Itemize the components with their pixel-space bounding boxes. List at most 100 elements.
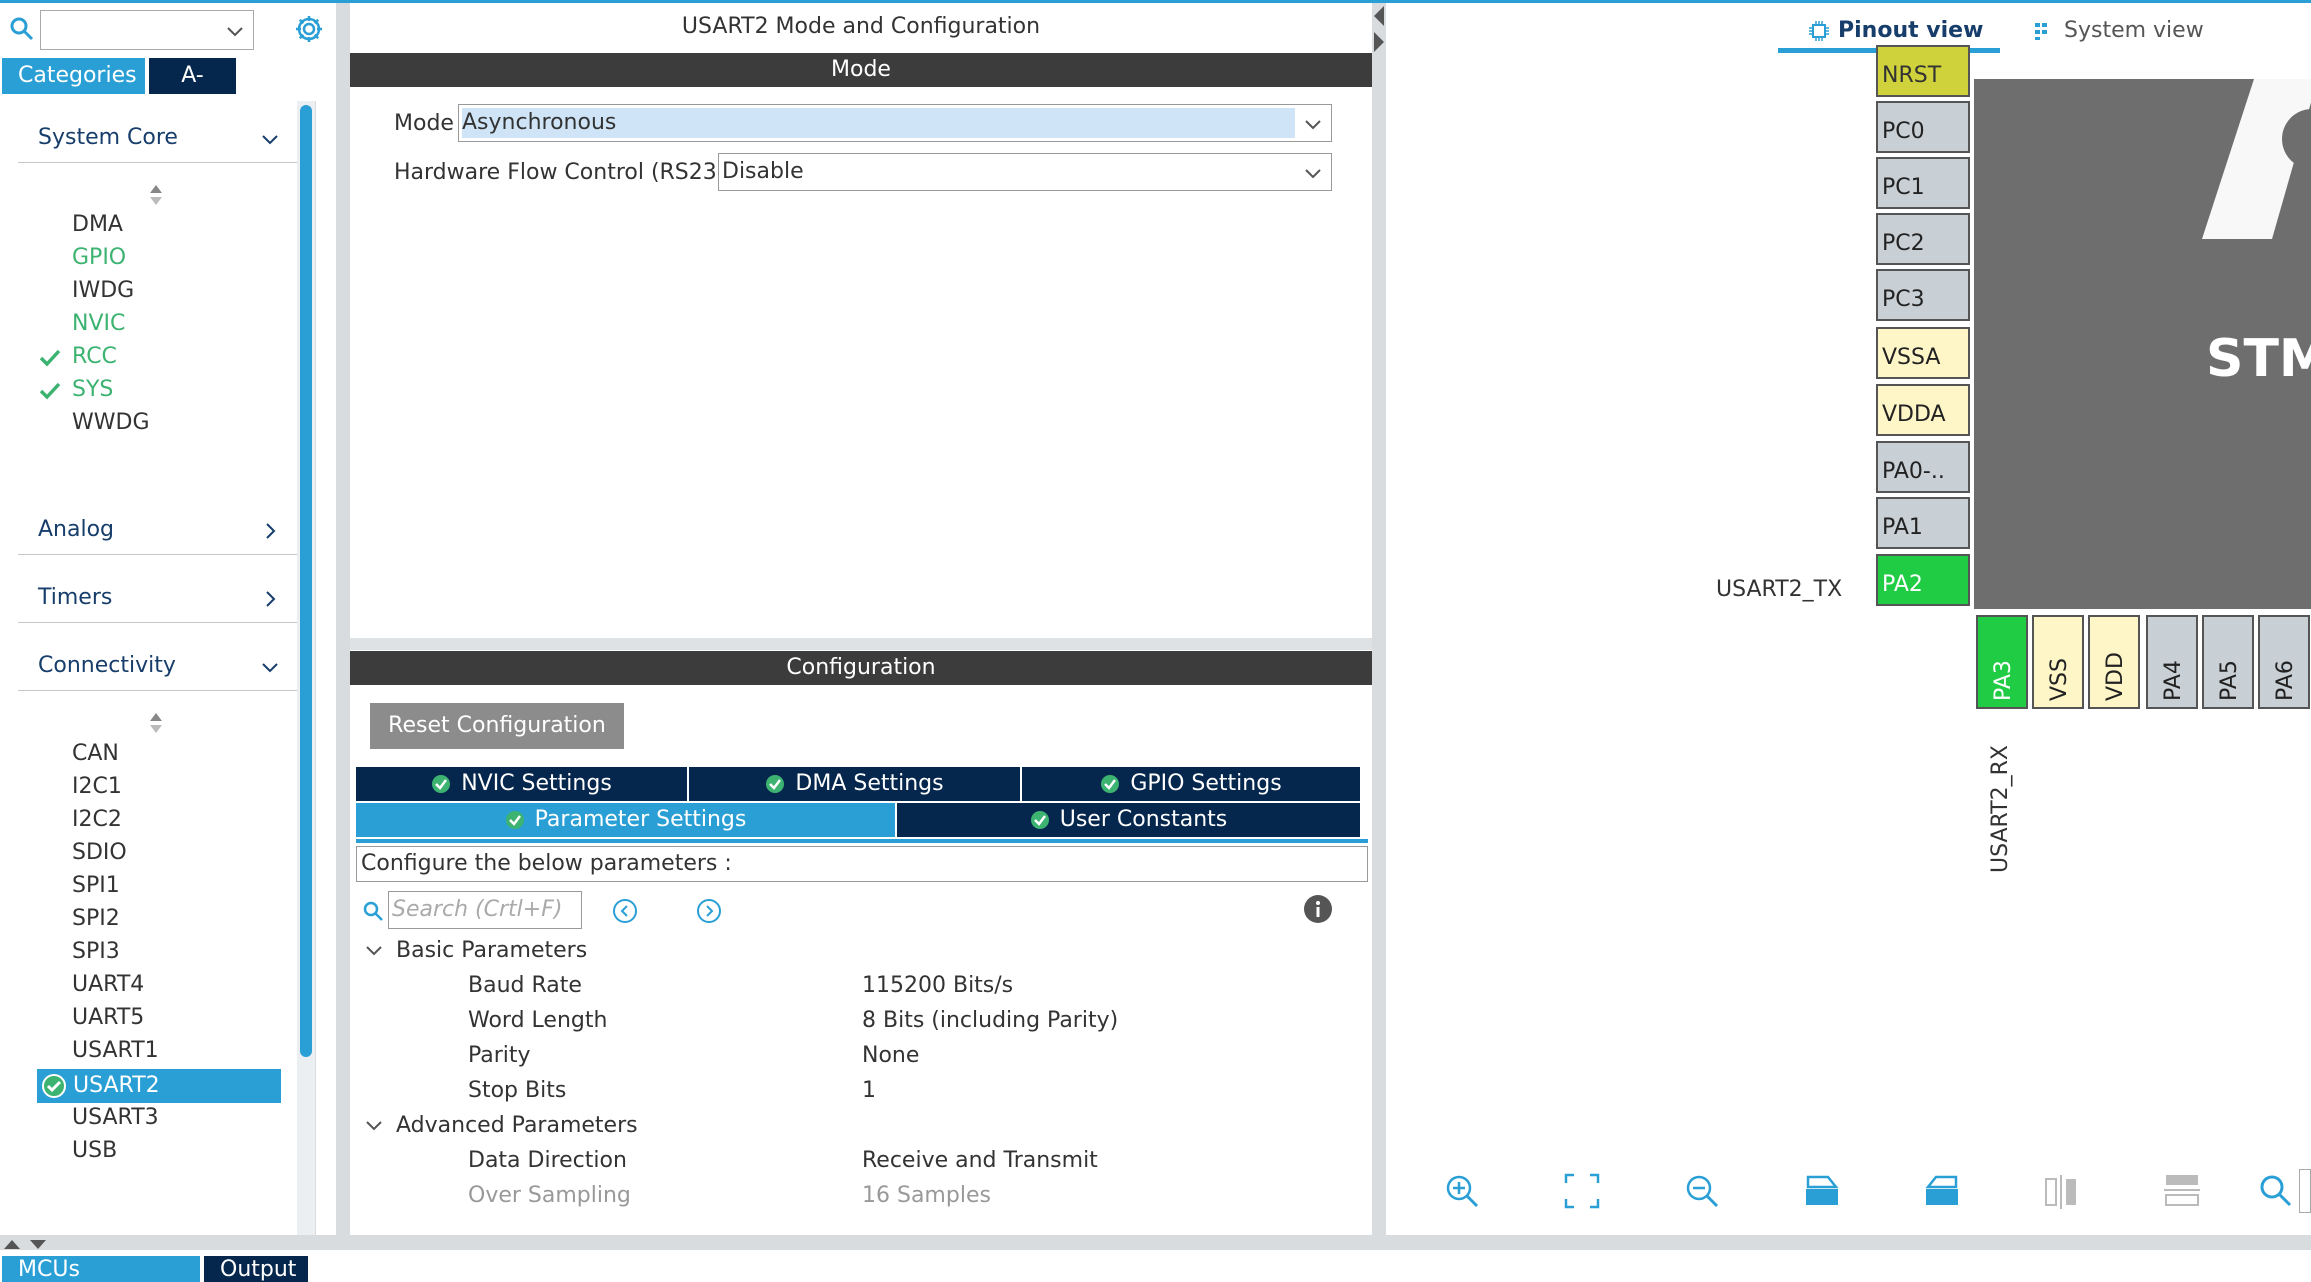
sort-arrows-icon[interactable]	[148, 183, 164, 207]
expand-arrow-icon[interactable]	[1374, 32, 1384, 52]
sidebar-item-gpio[interactable]: GPIO	[72, 242, 126, 274]
pin-vdda[interactable]: VDDA	[1876, 384, 1970, 436]
zoom-out-icon[interactable]	[1682, 1171, 1722, 1211]
rotate-right-icon[interactable]	[1802, 1171, 1842, 1211]
pin-pa3[interactable]: PA3	[1976, 615, 2028, 709]
sidebar-item-iwdg[interactable]: IWDG	[72, 275, 134, 307]
mode-select[interactable]: Asynchronous	[458, 104, 1332, 142]
sidebar-item-sdio[interactable]: SDIO	[72, 837, 127, 869]
pin-pa0[interactable]: PA0-..	[1876, 441, 1970, 493]
check-circle-icon	[42, 1074, 66, 1098]
advanced-parameters-group[interactable]: Advanced Parameters	[364, 1110, 638, 1142]
pin-nrst[interactable]: NRST	[1876, 45, 1970, 97]
sidebar-item-usart3[interactable]: USART3	[72, 1102, 159, 1134]
pin-pc0[interactable]: PC0	[1876, 101, 1970, 153]
pin-label: NRST	[1882, 63, 1942, 88]
sidebar-item-usart1[interactable]: USART1	[72, 1035, 159, 1067]
reset-configuration-button[interactable]: Reset Configuration	[370, 703, 624, 749]
search-icon[interactable]	[8, 15, 36, 43]
sidebar-item-wwdg[interactable]: WWDG	[72, 407, 150, 439]
pin-pc1[interactable]: PC1	[1876, 157, 1970, 209]
sidebar-item-rcc[interactable]: RCC	[72, 341, 117, 373]
sidebar-item-can[interactable]: CAN	[72, 738, 119, 770]
param-word-length-value[interactable]: 8 Bits (including Parity)	[862, 1005, 1118, 1037]
mode-header: Mode	[350, 53, 1372, 87]
pin-pc2[interactable]: PC2	[1876, 213, 1970, 265]
pin-pa1[interactable]: PA1	[1876, 497, 1970, 549]
search-icon[interactable]	[2256, 1171, 2296, 1211]
next-match-icon[interactable]	[696, 898, 722, 924]
rotate-left-icon[interactable]	[1922, 1171, 1962, 1211]
previous-match-icon[interactable]	[612, 898, 638, 924]
check-icon	[39, 382, 61, 400]
chip-icon	[1809, 21, 1829, 41]
sidebar-item-dma[interactable]: DMA	[72, 209, 123, 241]
tab-parameter-settings[interactable]: Parameter Settings	[356, 803, 897, 837]
info-icon[interactable]	[1303, 894, 1333, 924]
tab-nvic-settings[interactable]: NVIC Settings	[356, 767, 689, 801]
tab-label: DMA Settings	[795, 771, 944, 796]
parameter-search-input[interactable]: Search (Crtl+F)	[388, 891, 582, 929]
sidebar-item-uart4[interactable]: UART4	[72, 969, 144, 1001]
flow-control-select[interactable]: Disable	[718, 153, 1332, 191]
group-system-core[interactable]: System Core	[18, 115, 300, 163]
right-splitter[interactable]	[1372, 3, 1386, 1235]
mode-config-splitter[interactable]	[350, 638, 1372, 650]
pin-vssa[interactable]: VSSA	[1876, 327, 1970, 379]
tab-user-constants[interactable]: User Constants	[897, 803, 1360, 837]
tab-dma-settings[interactable]: DMA Settings	[689, 767, 1022, 801]
sidebar-item-spi2[interactable]: SPI2	[72, 903, 120, 935]
sidebar-item-i2c1[interactable]: I2C1	[72, 771, 122, 803]
page-title: USART2 Mode and Configuration	[681, 14, 1041, 39]
sidebar-item-usart2[interactable]: USART2	[37, 1069, 281, 1103]
tab-output[interactable]: Output	[204, 1256, 308, 1282]
scrollbar-thumb[interactable]	[300, 105, 312, 1057]
sidebar-item-usb[interactable]: USB	[72, 1135, 117, 1167]
sidebar-search-combo[interactable]	[40, 10, 254, 50]
group-timers[interactable]: Timers	[18, 575, 300, 623]
pin-pa5[interactable]: PA5	[2202, 615, 2254, 709]
sidebar-item-sys[interactable]: SYS	[72, 374, 113, 406]
pin-pa2[interactable]: PA2	[1876, 554, 1970, 606]
configure-caption: Configure the below parameters :	[356, 846, 1368, 882]
pin-pa6[interactable]: PA6	[2258, 615, 2310, 709]
tab-gpio-settings[interactable]: GPIO Settings	[1022, 767, 1360, 801]
gear-icon[interactable]	[293, 13, 325, 45]
collapse-arrow-icon[interactable]	[1374, 6, 1384, 26]
tab-categories[interactable]: Categories	[2, 58, 145, 94]
sidebar-item-spi1[interactable]: SPI1	[72, 870, 120, 902]
group-connectivity[interactable]: Connectivity	[18, 643, 300, 691]
pinout-search-field[interactable]	[2299, 1169, 2311, 1213]
zoom-in-icon[interactable]	[1442, 1171, 1482, 1211]
basic-parameters-group[interactable]: Basic Parameters	[364, 935, 587, 967]
sidebar-scrollbar[interactable]	[297, 101, 315, 1235]
sidebar-item-uart5[interactable]: UART5	[72, 1002, 144, 1034]
tab-a-z[interactable]: A->Z	[149, 58, 236, 124]
param-parity-value[interactable]: None	[862, 1040, 919, 1072]
left-splitter[interactable]	[336, 3, 350, 1235]
sidebar-item-nvic[interactable]: NVIC	[72, 308, 125, 340]
pin-pa4[interactable]: PA4	[2146, 615, 2198, 709]
pin-vdd[interactable]: VDD	[2088, 615, 2140, 709]
tab-mcus-selection[interactable]: MCUs Selection	[2, 1256, 200, 1282]
flip-horizontal-icon[interactable]	[2042, 1171, 2082, 1211]
param-stop-bits-value[interactable]: 1	[862, 1075, 876, 1107]
sort-arrows-icon[interactable]	[148, 711, 164, 735]
pin-label: PC1	[1882, 175, 1925, 200]
pin-pc3[interactable]: PC3	[1876, 269, 1970, 321]
pin-vss[interactable]: VSS	[2032, 615, 2084, 709]
pin-label: PA3	[1991, 660, 2016, 701]
sidebar-item-i2c2[interactable]: I2C2	[72, 804, 122, 836]
panel-toggle-arrows-icon[interactable]	[2, 1238, 52, 1250]
pinout-panel: Pinout view System view STM NRST PC0 PC1…	[1386, 3, 2311, 1235]
bottom-splitter[interactable]	[0, 1235, 2311, 1250]
sidebar-item-spi3[interactable]: SPI3	[72, 936, 120, 968]
fit-to-screen-icon[interactable]	[1562, 1171, 1602, 1211]
param-baud-rate-value[interactable]: 115200 Bits/s	[862, 970, 1013, 1002]
check-circle-icon	[1030, 811, 1049, 829]
tab-system-view[interactable]: System view	[2034, 11, 2204, 51]
flip-vertical-icon[interactable]	[2162, 1171, 2202, 1211]
group-analog[interactable]: Analog	[18, 507, 300, 555]
param-data-direction-value[interactable]: Receive and Transmit	[862, 1145, 1098, 1177]
chevron-down-icon[interactable]	[225, 21, 245, 41]
